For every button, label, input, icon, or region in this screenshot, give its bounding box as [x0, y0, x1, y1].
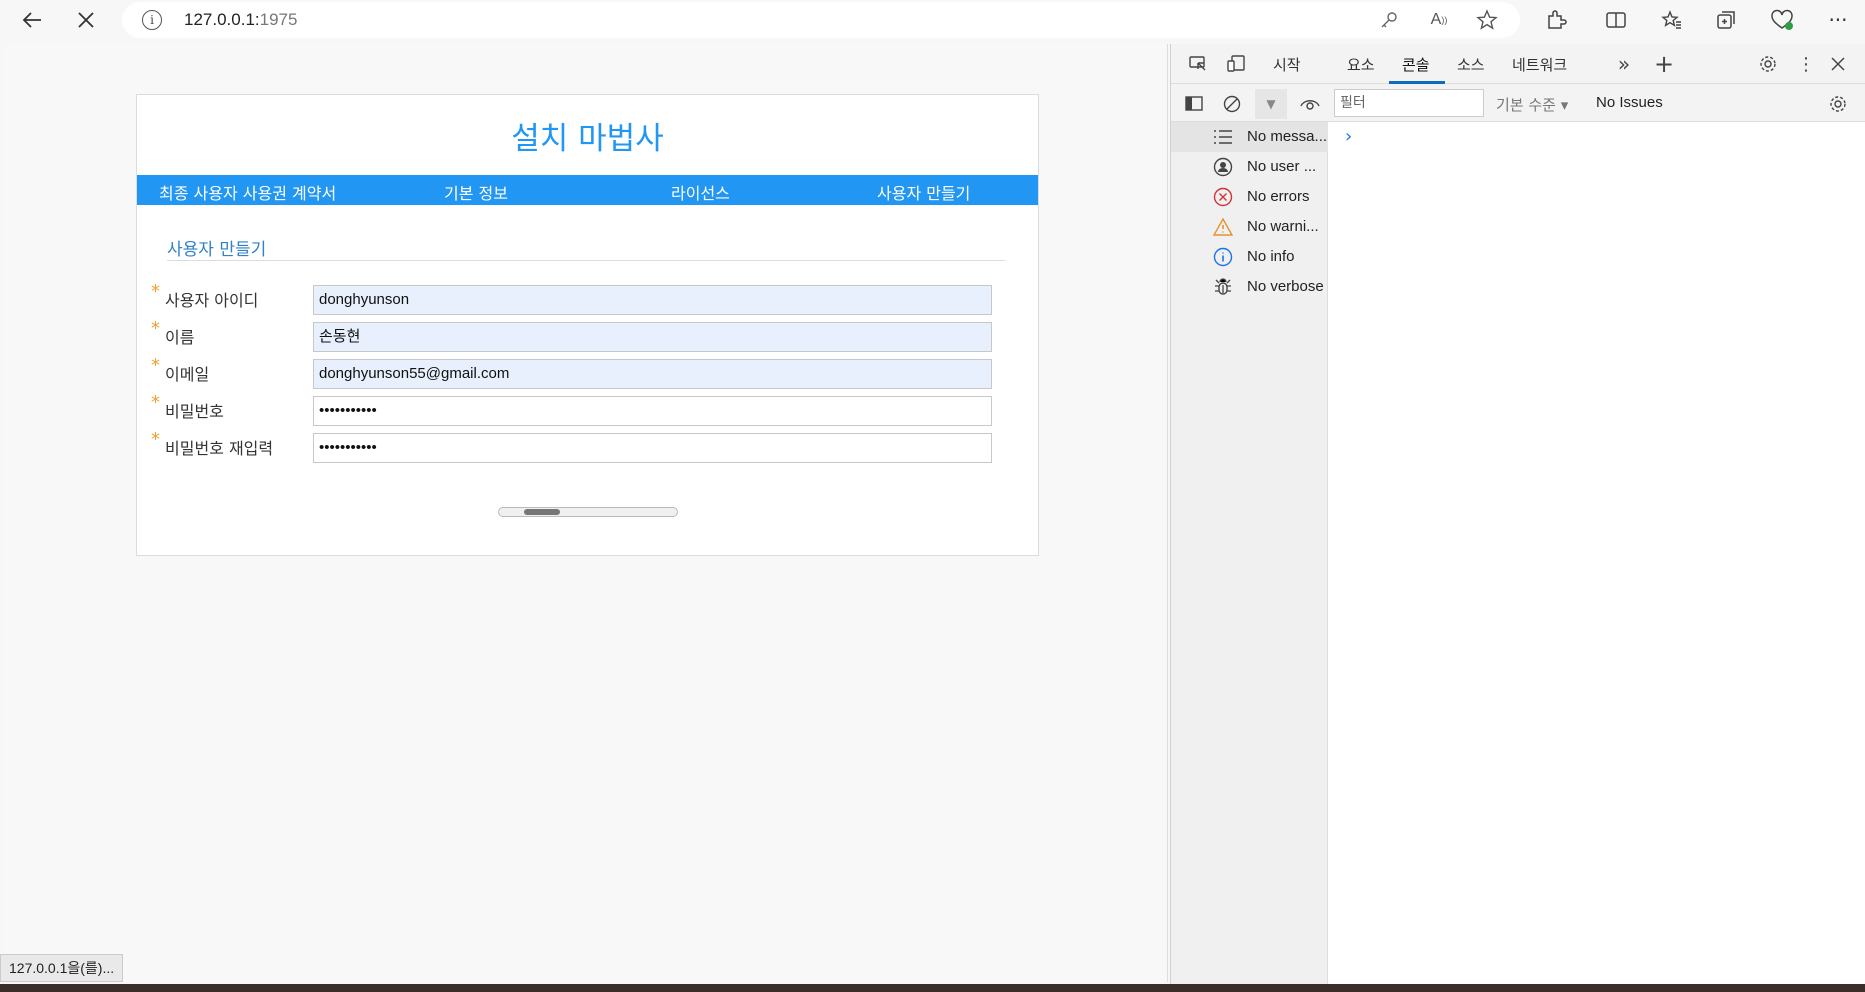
- favorites-icon[interactable]: [1654, 2, 1690, 38]
- issues-counter[interactable]: No Issues: [1596, 94, 1663, 111]
- warning-icon: [1211, 215, 1235, 239]
- tab-sources[interactable]: 소스: [1457, 54, 1485, 75]
- favorite-star-icon[interactable]: [1476, 9, 1498, 31]
- horizontal-scrollbar[interactable]: [498, 507, 678, 517]
- sidebar-item-info[interactable]: No info: [1171, 242, 1328, 272]
- password-input[interactable]: •••••••••••: [313, 396, 992, 426]
- console-sidebar: No messa... No user ... No errors No war…: [1171, 122, 1328, 984]
- step-license[interactable]: 라이선스: [671, 180, 730, 204]
- stop-loading-icon[interactable]: [68, 2, 104, 38]
- required-marker: *: [151, 429, 160, 450]
- read-aloud-icon[interactable]: A)): [1428, 9, 1450, 31]
- page-viewport: 설치 마법사 최종 사용자 사용권 계약서 기본 정보 라이선스 사용자 만들기…: [2, 44, 1168, 982]
- required-marker: *: [151, 392, 160, 413]
- wizard-title: 설치 마법사: [511, 121, 664, 157]
- list-icon: [1211, 125, 1235, 149]
- required-marker: *: [151, 318, 160, 339]
- tab-welcome[interactable]: 시작: [1273, 54, 1301, 75]
- context-dropdown-icon[interactable]: ▼: [1255, 89, 1287, 119]
- console-toolbar: ▼ 필터 기본 수준 ▾ No Issues: [1171, 84, 1865, 122]
- user-icon: [1211, 155, 1235, 179]
- name-input[interactable]: 손동현: [313, 322, 992, 352]
- taskbar-strip: [0, 984, 1865, 992]
- user-id-input[interactable]: donghyunson: [313, 285, 992, 315]
- console-filter-input[interactable]: 필터: [1334, 89, 1484, 117]
- extensions-icon[interactable]: [1538, 2, 1574, 38]
- status-bar-link: 127.0.0.1을(를)...: [0, 954, 124, 982]
- console-prompt-chevron-icon[interactable]: ›: [1345, 126, 1352, 147]
- sidebar-item-errors[interactable]: No errors: [1171, 182, 1328, 212]
- more-options-icon[interactable]: ···: [1820, 2, 1856, 38]
- field-name: * 이름 손동현: [151, 318, 1011, 352]
- key-icon[interactable]: [1378, 9, 1400, 31]
- toggle-sidebar-icon[interactable]: [1179, 89, 1209, 119]
- sidebar-item-label: No warni...: [1247, 218, 1319, 235]
- browser-essentials-icon[interactable]: [1764, 2, 1800, 38]
- console-settings-gear-icon[interactable]: [1823, 89, 1853, 119]
- tab-elements[interactable]: 요소: [1347, 54, 1375, 75]
- sidebar-item-label: No messa...: [1247, 128, 1328, 145]
- inspect-element-icon[interactable]: [1183, 49, 1213, 79]
- field-label: 이메일: [165, 365, 210, 384]
- back-arrow-icon[interactable]: [14, 2, 50, 38]
- field-email: * 이메일 donghyunson55@gmail.com: [151, 355, 1011, 389]
- step-eula[interactable]: 최종 사용자 사용권 계약서: [159, 180, 336, 204]
- site-info-icon[interactable]: i: [142, 10, 162, 30]
- sidebar-item-messages[interactable]: No messa...: [1171, 122, 1328, 152]
- error-icon: [1211, 185, 1235, 209]
- tab-network[interactable]: 네트워크: [1512, 54, 1567, 75]
- sidebar-item-label: No user ...: [1247, 158, 1317, 175]
- url-text[interactable]: 127.0.0.1:1975: [184, 10, 297, 30]
- install-wizard: 설치 마법사 최종 사용자 사용권 계약서 기본 정보 라이선스 사용자 만들기…: [136, 94, 1039, 556]
- section-title: 사용자 만들기: [167, 240, 267, 260]
- more-tabs-icon[interactable]: »: [1609, 49, 1639, 79]
- browser-toolbar: i 127.0.0.1:1975 A)) ···: [0, 0, 1865, 42]
- sidebar-item-verbose[interactable]: No verbose: [1171, 272, 1328, 302]
- split-screen-icon[interactable]: [1598, 2, 1634, 38]
- devtools-menu-icon[interactable]: ⋮: [1791, 49, 1821, 79]
- field-user-id: * 사용자 아이디 donghyunson: [151, 281, 1011, 315]
- collections-icon[interactable]: [1708, 2, 1744, 38]
- live-expression-eye-icon[interactable]: [1295, 89, 1325, 119]
- devtools-tabbar: 시작 요소 콘솔 소스 네트워크 » + ⋮: [1171, 44, 1865, 84]
- tab-console[interactable]: 콘솔: [1402, 54, 1430, 75]
- log-level-select[interactable]: 기본 수준 ▾: [1496, 94, 1568, 115]
- address-bar[interactable]: i 127.0.0.1:1975 A)): [122, 2, 1520, 38]
- field-label: 사용자 아이디: [165, 291, 259, 310]
- field-password: * 비밀번호 •••••••••••: [151, 392, 1011, 426]
- scrollbar-thumb[interactable]: [524, 509, 560, 515]
- close-devtools-icon[interactable]: [1823, 49, 1853, 79]
- field-label: 비밀번호: [165, 402, 224, 421]
- field-label: 이름: [165, 328, 195, 347]
- field-label: 비밀번호 재입력: [165, 439, 274, 458]
- sidebar-item-label: No verbose: [1247, 278, 1324, 295]
- step-create-user[interactable]: 사용자 만들기: [877, 180, 970, 204]
- sidebar-item-warnings[interactable]: No warni...: [1171, 212, 1328, 242]
- clear-console-icon[interactable]: [1217, 89, 1247, 119]
- sidebar-item-user-messages[interactable]: No user ...: [1171, 152, 1328, 182]
- devtools-panel: 시작 요소 콘솔 소스 네트워크 » + ⋮ ▼ 필터 기본 수준 ▾ No I…: [1170, 44, 1865, 984]
- device-emulation-icon[interactable]: [1221, 49, 1251, 79]
- email-input[interactable]: donghyunson55@gmail.com: [313, 359, 992, 389]
- field-password-confirm: * 비밀번호 재입력 •••••••••••: [151, 429, 1011, 463]
- section-divider: [167, 260, 1005, 261]
- bug-icon: [1211, 275, 1235, 299]
- password-confirm-input[interactable]: •••••••••••: [313, 433, 992, 463]
- sidebar-item-label: No errors: [1247, 188, 1310, 205]
- add-tab-icon[interactable]: +: [1649, 49, 1679, 79]
- sidebar-item-label: No info: [1247, 248, 1295, 265]
- settings-gear-icon[interactable]: [1753, 49, 1783, 79]
- required-marker: *: [151, 281, 160, 302]
- required-marker: *: [151, 355, 160, 376]
- info-icon: [1211, 245, 1235, 269]
- step-basic-info[interactable]: 기본 정보: [444, 180, 508, 204]
- wizard-steps-bar: 최종 사용자 사용권 계약서 기본 정보 라이선스 사용자 만들기: [137, 175, 1038, 205]
